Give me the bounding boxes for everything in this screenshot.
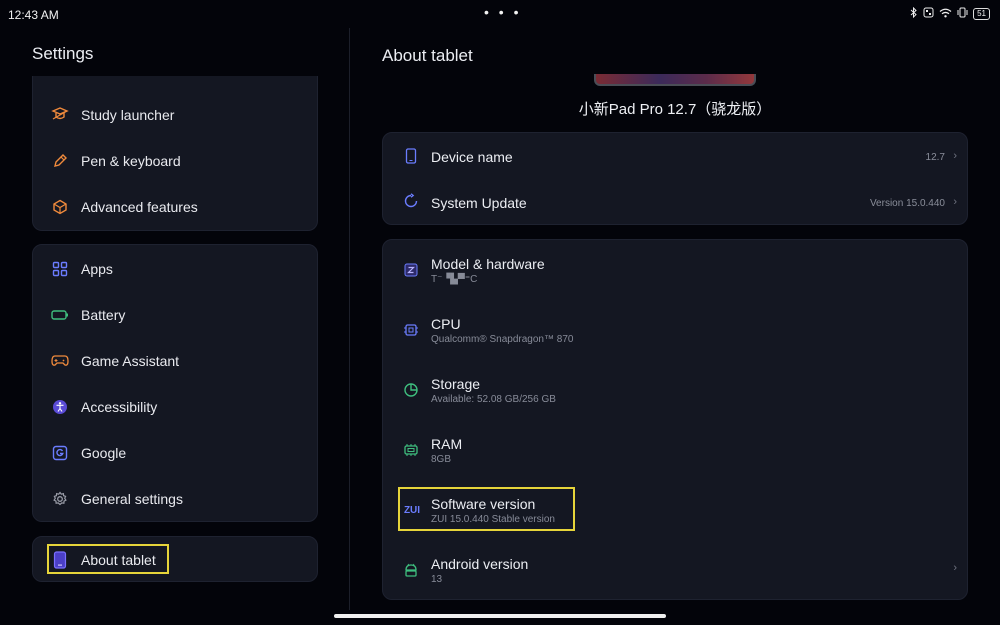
study-launcher-icon xyxy=(51,106,69,124)
device-name-title: Device name xyxy=(431,149,513,165)
nfc-icon xyxy=(923,7,934,21)
device-name-row[interactable]: Device name 12.7 › xyxy=(383,133,967,179)
sidebar-item-study-launcher[interactable]: Study launcher xyxy=(33,92,317,138)
android-icon xyxy=(403,562,419,578)
system-update-title: System Update xyxy=(431,195,527,211)
system-update-row[interactable]: System Update Version 15.0.440 › xyxy=(383,179,967,225)
more-dots-icon[interactable]: • • • xyxy=(484,4,521,20)
chevron-right-icon: › xyxy=(953,562,957,574)
device-model-name: 小新Pad Pro 12.7（骁龙版） xyxy=(578,101,772,118)
system-icons: 51 xyxy=(910,6,990,21)
device-name-icon xyxy=(403,148,419,164)
storage-value: Available: 52.08 GB/256 GB xyxy=(431,394,556,405)
model-hardware-title: Model & hardware xyxy=(431,256,545,272)
highlight-software-version xyxy=(398,487,575,531)
gamepad-icon xyxy=(51,352,69,370)
sidebar-item-label: General settings xyxy=(81,491,183,507)
page-title: About tablet xyxy=(382,46,473,65)
cpu-value: Qualcomm® Snapdragon™ 870 xyxy=(431,334,574,345)
sidebar-item-battery[interactable]: Battery xyxy=(33,292,317,338)
battery-indicator: 51 xyxy=(973,8,990,20)
apps-grid-icon xyxy=(51,260,69,278)
storage-icon xyxy=(403,382,419,398)
settings-title: Settings xyxy=(32,44,94,63)
sidebar-item-game-assistant[interactable]: Game Assistant xyxy=(33,338,317,384)
sidebar-item-apps[interactable]: Apps xyxy=(33,246,317,292)
chevron-right-icon: › xyxy=(953,150,957,162)
ram-row[interactable]: RAM 8GB xyxy=(383,430,967,490)
storage-title: Storage xyxy=(431,376,481,392)
sidebar-item-label: Game Assistant xyxy=(81,353,180,369)
ram-title: RAM xyxy=(431,436,463,452)
ram-icon xyxy=(403,442,419,458)
sidebar-item-general-settings[interactable]: General settings xyxy=(33,476,317,522)
ram-value: 8GB xyxy=(431,454,452,465)
status-bar: 12:43 AM • • • 51 xyxy=(0,0,1000,28)
sidebar-item-advanced-features[interactable]: Advanced features xyxy=(33,184,317,230)
storage-row[interactable]: Storage Available: 52.08 GB/256 GB xyxy=(383,370,967,430)
android-version-title: Android version xyxy=(431,556,529,572)
pane-divider xyxy=(349,28,350,610)
sidebar-item-label: Pen & keyboard xyxy=(81,153,181,169)
android-version-value: 13 xyxy=(431,574,443,585)
cpu-icon xyxy=(403,322,419,338)
device-image xyxy=(594,74,756,86)
cpu-row[interactable]: CPU Qualcomm® Snapdragon™ 870 xyxy=(383,310,967,370)
battery-icon xyxy=(51,306,69,324)
cpu-title: CPU xyxy=(431,316,461,332)
pen-icon xyxy=(51,152,69,170)
sidebar-item-label: Google xyxy=(81,445,127,461)
sidebar-item-pen-keyboard[interactable]: Pen & keyboard xyxy=(33,138,317,184)
bluetooth-icon xyxy=(910,6,918,21)
model-hardware-row[interactable]: Model & hardware T⁻▝▙▀⁼C xyxy=(383,250,967,310)
gear-icon xyxy=(51,490,69,508)
status-time: 12:43 AM xyxy=(8,8,59,22)
sidebar-item-accessibility[interactable]: Accessibility xyxy=(33,384,317,430)
hardware-info-card: Model & hardware T⁻▝▙▀⁼C CPU Qualcomm® S… xyxy=(382,239,968,600)
advanced-features-icon xyxy=(51,198,69,216)
vibrate-icon xyxy=(957,7,968,21)
system-update-value: Version 15.0.440 xyxy=(869,198,945,209)
sidebar-item-label: Study launcher xyxy=(81,107,175,123)
sidebar-item-label: Advanced features xyxy=(81,199,198,215)
system-update-icon xyxy=(403,193,419,209)
accessibility-icon xyxy=(51,398,69,416)
sidebar-item-label: Apps xyxy=(81,261,113,277)
wifi-icon xyxy=(939,8,952,21)
chevron-right-icon: › xyxy=(953,196,957,208)
google-icon xyxy=(51,444,69,462)
home-indicator[interactable] xyxy=(334,614,666,618)
device-name-value: 12.7 xyxy=(925,152,945,163)
settings-group-2: Apps Battery Game Assistant Accessibilit… xyxy=(32,244,318,522)
sidebar-item-label: Battery xyxy=(81,307,126,323)
settings-group-1: Study launcher Pen & keyboard Advanced f… xyxy=(32,76,318,231)
highlight-about-tablet xyxy=(47,544,169,574)
model-hardware-value: T⁻▝▙▀⁼C xyxy=(431,274,478,285)
android-version-row[interactable]: Android version 13 › xyxy=(383,550,967,600)
device-info-card: Device name 12.7 › System Update Version… xyxy=(382,132,968,225)
sidebar-item-label: Accessibility xyxy=(81,399,158,415)
model-icon xyxy=(403,262,419,278)
sidebar-item-google[interactable]: Google xyxy=(33,430,317,476)
